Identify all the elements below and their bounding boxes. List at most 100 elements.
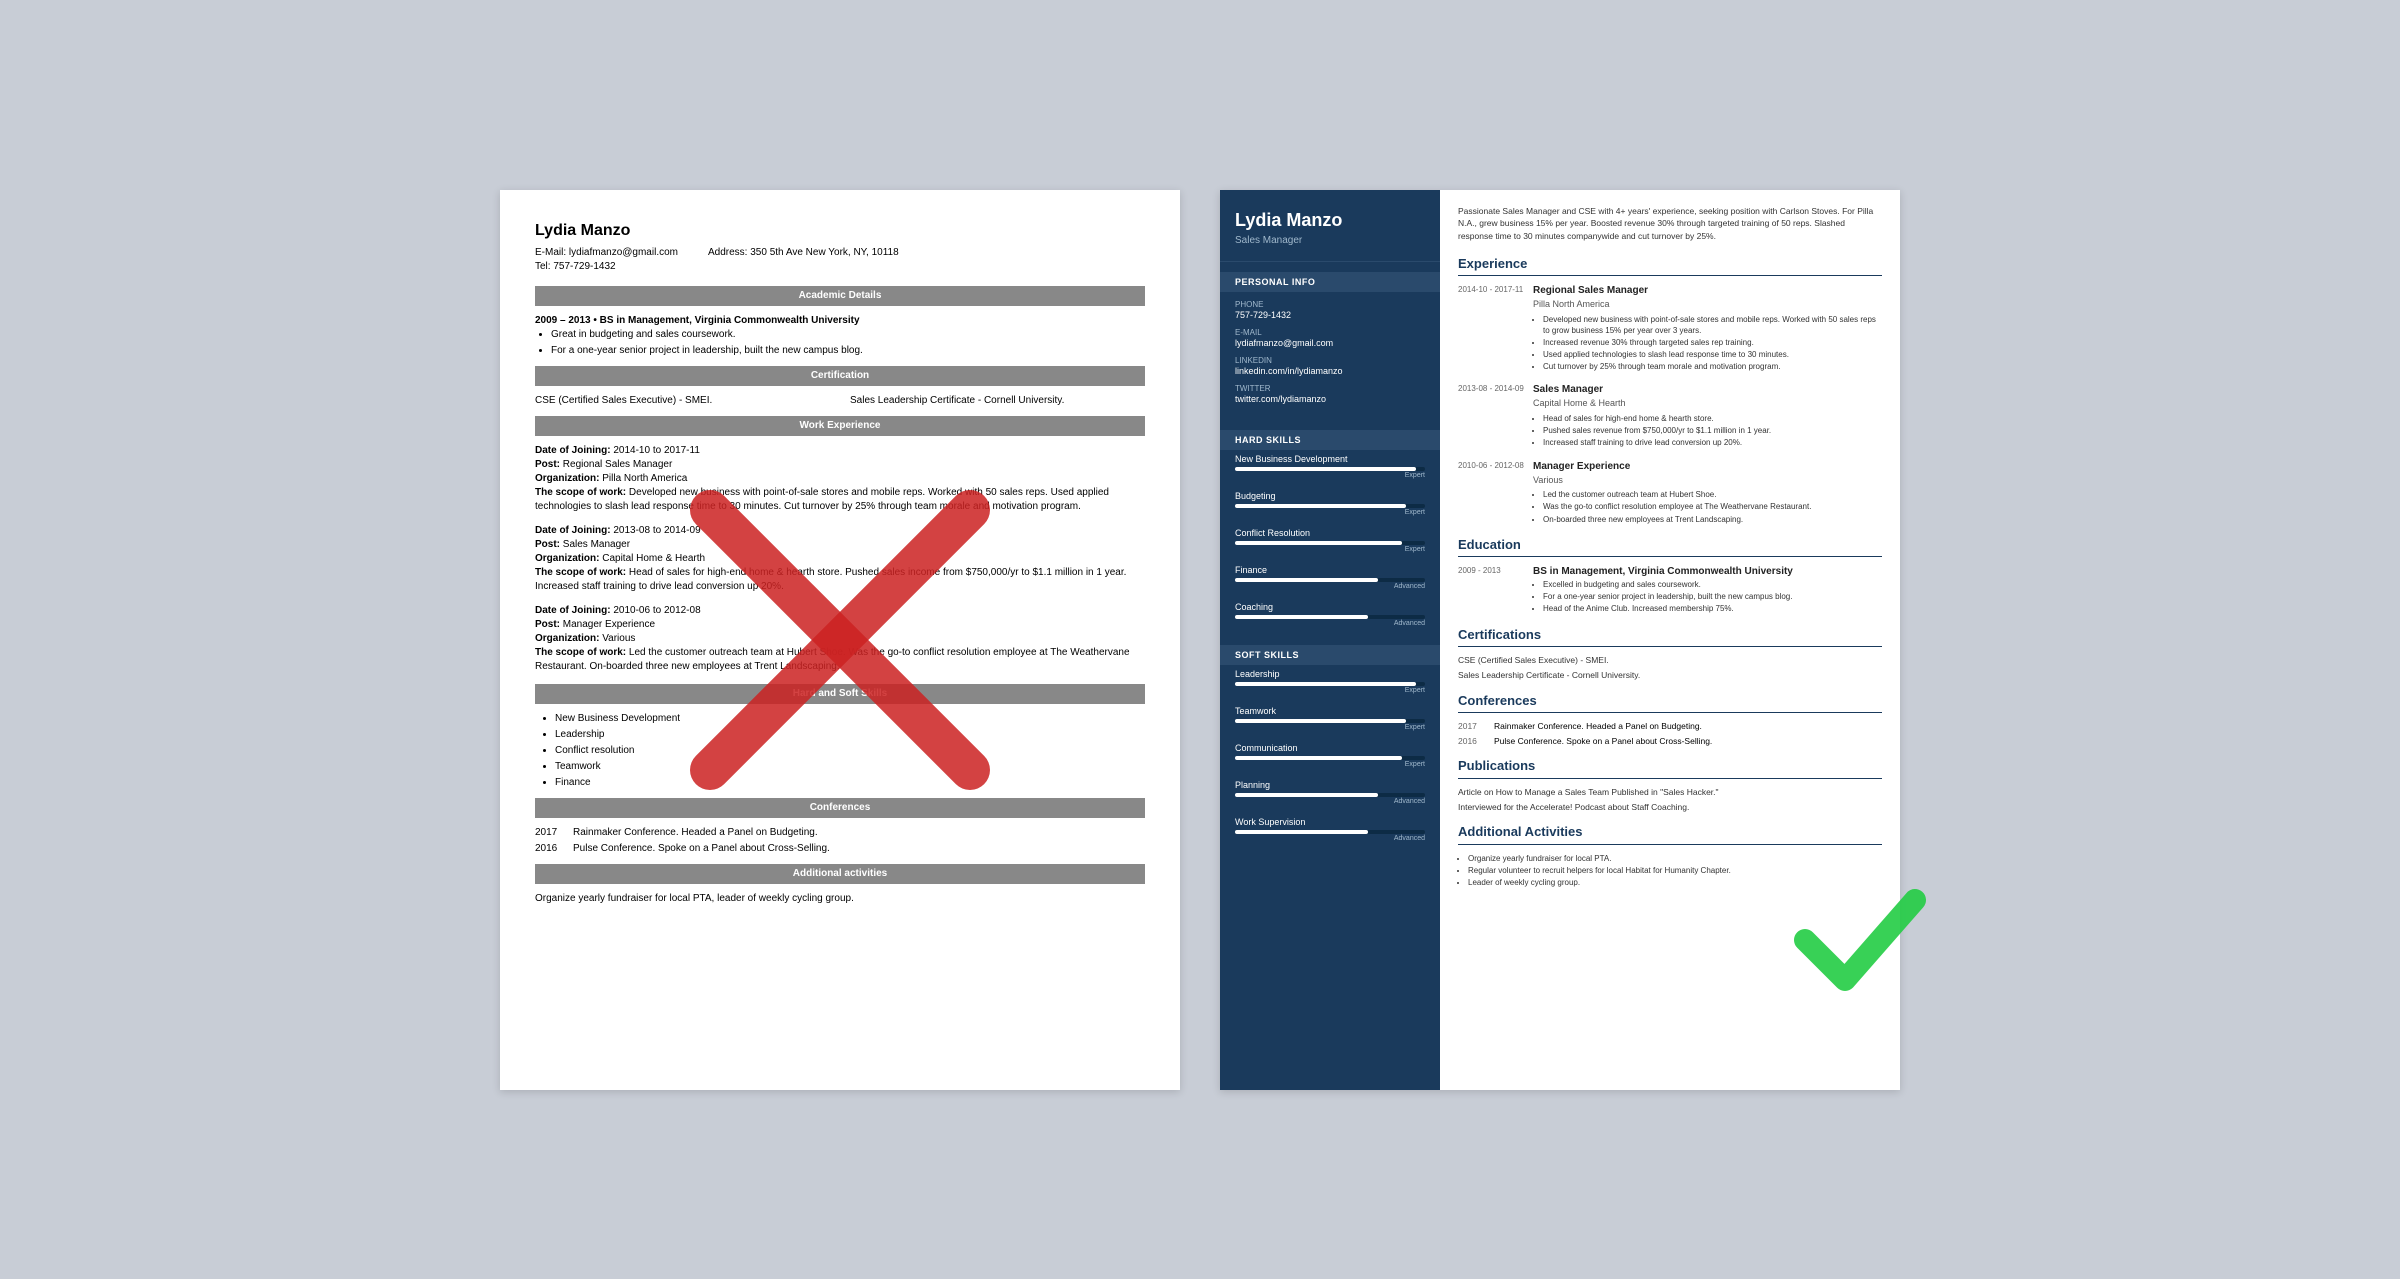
plain-contact: E-Mail: lydiafmanzo@gmail.com Tel: 757-7…: [535, 246, 1145, 274]
exp-2-bullet-1: Was the go-to conflict resolution employ…: [1543, 501, 1882, 512]
publications-title: Publications: [1458, 757, 1882, 778]
academic-entry: 2009 – 2013 • BS in Management, Virginia…: [535, 314, 1145, 328]
hard-skill-level-0: Expert: [1235, 472, 1425, 479]
linkedin-label: LinkedIn: [1235, 356, 1425, 365]
resume-styled: Lydia Manzo Sales Manager Personal Info …: [1220, 190, 1900, 1090]
academic-section: 2009 – 2013 • BS in Management, Virginia…: [535, 314, 1145, 358]
sidebar-name: Lydia Manzo: [1235, 210, 1425, 231]
work-entry-2: Date of Joining: 2013-08 to 2014-09 Post…: [535, 524, 1145, 594]
exp-title-2: Manager Experience: [1533, 460, 1882, 474]
hard-skill-bar-bg-1: [1235, 504, 1425, 508]
exp-bullets-1: Head of sales for high-end home & hearth…: [1543, 413, 1882, 449]
exp-2-bullet-2: On-boarded three new employees at Trent …: [1543, 514, 1882, 525]
work2-date: Date of Joining: 2013-08 to 2014-09: [535, 524, 1145, 538]
cert2: Sales Leadership Certificate - Cornell U…: [850, 394, 1145, 408]
work1-date: Date of Joining: 2014-10 to 2017-11: [535, 444, 1145, 458]
work-section: Date of Joining: 2014-10 to 2017-11 Post…: [535, 444, 1145, 674]
academic-bullets: Great in budgeting and sales coursework.…: [551, 328, 1145, 358]
conf1-text: Rainmaker Conference. Headed a Panel on …: [573, 826, 818, 840]
additional-title-r: Additional Activities: [1458, 823, 1882, 844]
hard-skill-2: Conflict Resolution Expert: [1220, 524, 1440, 561]
skills-section: New Business Development Leadership Conf…: [535, 712, 1145, 790]
soft-skill-2: Communication Expert: [1220, 739, 1440, 776]
personal-info-title: Personal Info: [1220, 272, 1440, 292]
hard-skill-bar-bg-3: [1235, 578, 1425, 582]
email-label-r: E-mail: [1235, 328, 1425, 337]
education-section: Education 2009 - 2013 BS in Management, …: [1458, 536, 1882, 616]
sidebar-title: Sales Manager: [1235, 235, 1425, 246]
academic-bullet-1: Great in budgeting and sales coursework.: [551, 328, 1145, 342]
additional-divider: Additional activities: [535, 864, 1145, 884]
academic-divider: Academic Details: [535, 286, 1145, 306]
tel-label: Tel: 757-729-1432: [535, 260, 678, 274]
hard-skill-name-3: Finance: [1235, 565, 1425, 575]
edu-dates-0: 2009 - 2013: [1458, 565, 1528, 576]
exp-entry-1: 2013-08 - 2014-09 Sales Manager Capital …: [1458, 383, 1882, 449]
hard-skill-bar-fill-1: [1235, 504, 1406, 508]
work3-scope: The scope of work: Led the customer outr…: [535, 646, 1145, 674]
conf-r-text-0: Rainmaker Conference. Headed a Panel on …: [1494, 721, 1702, 733]
soft-skill-bar-fill-0: [1235, 682, 1416, 686]
info-email: E-mail lydiafmanzo@gmail.com: [1235, 328, 1425, 348]
publications-container: Article on How to Manage a Sales Team Pu…: [1458, 787, 1882, 814]
conf-2: 2016 Pulse Conference. Spoke on a Panel …: [535, 842, 1145, 856]
conf1-year: 2017: [535, 826, 563, 840]
soft-skill-bar-bg-0: [1235, 682, 1425, 686]
certifications-container: CSE (Certified Sales Executive) - SMEI.S…: [1458, 655, 1882, 682]
hard-skill-name-1: Budgeting: [1235, 491, 1425, 501]
soft-skill-bar-bg-3: [1235, 793, 1425, 797]
exp-1-bullet-1: Pushed sales revenue from $750,000/yr to…: [1543, 425, 1882, 436]
work3-post: Post: Manager Experience: [535, 618, 1145, 632]
hard-skill-bar-bg-0: [1235, 467, 1425, 471]
twitter-value: twitter.com/lydiamanzo: [1235, 394, 1425, 404]
exp-1-bullet-0: Head of sales for high-end home & hearth…: [1543, 413, 1882, 424]
exp-0-bullet-0: Developed new business with point-of-sal…: [1543, 314, 1882, 336]
exp-company-1: Capital Home & Hearth: [1533, 397, 1882, 410]
exp-0-bullet-1: Increased revenue 30% through targeted s…: [1543, 337, 1882, 348]
soft-skill-1: Teamwork Expert: [1220, 702, 1440, 739]
conf2-text: Pulse Conference. Spoke on a Panel about…: [573, 842, 830, 856]
phone-label: Phone: [1235, 300, 1425, 309]
skill-1: New Business Development: [555, 712, 1145, 726]
skills-divider: Hard and Soft Skills: [535, 684, 1145, 704]
phone-value: 757-729-1432: [1235, 310, 1425, 320]
soft-skill-3: Planning Advanced: [1220, 776, 1440, 813]
work2-org: Organization: Capital Home & Hearth: [535, 552, 1145, 566]
edu-right-0: BS in Management, Virginia Commonwealth …: [1533, 565, 1882, 615]
soft-skill-bar-bg-1: [1235, 719, 1425, 723]
hard-skill-bar-fill-2: [1235, 541, 1402, 545]
work1-org: Organization: Pilla North America: [535, 472, 1145, 486]
certifications-title: Certifications: [1458, 626, 1882, 647]
soft-skill-level-2: Expert: [1235, 761, 1425, 768]
soft-skill-level-4: Advanced: [1235, 835, 1425, 842]
hard-skill-name-0: New Business Development: [1235, 454, 1425, 464]
conf-r-year-0: 2017: [1458, 721, 1486, 733]
exp-right-0: Regional Sales Manager Pilla North Ameri…: [1533, 284, 1882, 373]
hard-skill-bar-fill-0: [1235, 467, 1416, 471]
skill-5: Finance: [555, 776, 1145, 790]
work-divider: Work Experience: [535, 416, 1145, 436]
hard-skills-container: New Business Development Expert Budgetin…: [1220, 450, 1440, 635]
exp-0-bullet-2: Used applied technologies to slash lead …: [1543, 349, 1882, 360]
soft-skill-name-0: Leadership: [1235, 669, 1425, 679]
resume-plain: Lydia Manzo E-Mail: lydiafmanzo@gmail.co…: [500, 190, 1180, 1090]
info-twitter: Twitter twitter.com/lydiamanzo: [1235, 384, 1425, 404]
address-value: 350 5th Ave New York, NY, 10118: [750, 247, 898, 258]
hard-skill-level-1: Expert: [1235, 509, 1425, 516]
exp-right-1: Sales Manager Capital Home & Hearth Head…: [1533, 383, 1882, 448]
hard-skill-1: Budgeting Expert: [1220, 487, 1440, 524]
plain-name: Lydia Manzo: [535, 220, 1145, 242]
skill-2: Leadership: [555, 728, 1145, 742]
cert-item-1: Sales Leadership Certificate - Cornell U…: [1458, 670, 1882, 682]
conf-1: 2017 Rainmaker Conference. Headed a Pane…: [535, 826, 1145, 840]
additional-container: Organize yearly fundraiser for local PTA…: [1468, 853, 1882, 889]
additional-section: Organize yearly fundraiser for local PTA…: [535, 892, 1145, 906]
academic-bullet-2: For a one-year senior project in leaders…: [551, 344, 1145, 358]
tel-value: 757-729-1432: [553, 261, 615, 272]
hard-skill-bar-fill-4: [1235, 615, 1368, 619]
soft-skill-name-2: Communication: [1235, 743, 1425, 753]
main-content: Passionate Sales Manager and CSE with 4+…: [1440, 190, 1900, 1090]
soft-skill-bar-bg-2: [1235, 756, 1425, 760]
exp-title-0: Regional Sales Manager: [1533, 284, 1882, 298]
pub-item-1: Interviewed for the Accelerate! Podcast …: [1458, 802, 1882, 814]
